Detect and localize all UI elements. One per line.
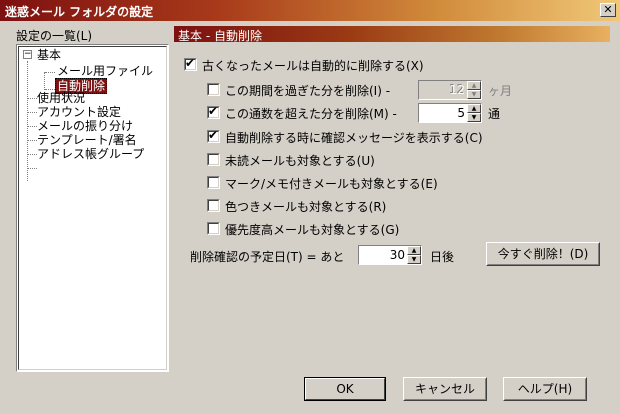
delete-now-label: 今すぐ削除！(D) xyxy=(497,247,589,261)
help-button[interactable]: ヘルプ(H) xyxy=(503,377,587,401)
tree-expander-collapse[interactable]: − xyxy=(23,50,32,59)
help-label: ヘルプ(H) xyxy=(517,382,573,396)
spin-down-icon[interactable]: ▼ xyxy=(467,90,481,99)
title-bar: 迷惑メール フォルダの設定 ✕ xyxy=(0,0,620,21)
spin-up-icon[interactable]: ▲ xyxy=(467,81,481,90)
tree-item-mail-sorting[interactable]: メールの振り分け xyxy=(37,119,133,133)
count-spinner[interactable]: 5 ▲ ▼ xyxy=(418,103,482,123)
count-checkbox[interactable]: ✔ xyxy=(207,104,220,119)
schedule-value: 30 xyxy=(389,248,405,262)
schedule-unit: 日後 xyxy=(430,250,455,264)
colored-label: 色つきメールも対象とする(R) xyxy=(225,200,387,214)
delete-now-button[interactable]: 今すぐ削除！(D) xyxy=(486,242,600,266)
spin-down-icon[interactable]: ▼ xyxy=(467,113,481,122)
period-label: この期間を過ぎた分を削除(I) - xyxy=(225,84,391,98)
tree-item-mail-file[interactable]: メール用ファイル xyxy=(57,64,153,78)
cancel-label: キャンセル xyxy=(414,382,475,396)
count-unit: 通 xyxy=(488,107,501,121)
check-icon: ✔ xyxy=(208,104,219,118)
check-icon: ✔ xyxy=(185,56,196,70)
spin-up-icon[interactable]: ▲ xyxy=(467,104,481,113)
confirm-label: 自動削除する時に確認メッセージを表示する(C) xyxy=(225,131,483,145)
marked-checkbox[interactable] xyxy=(207,176,220,189)
tree-item-address-groups[interactable]: アドレス帳グループ xyxy=(37,147,144,161)
unread-label: 未読メールも対象とする(U) xyxy=(225,154,375,168)
spin-up-icon[interactable]: ▲ xyxy=(407,246,421,255)
settings-tree[interactable]: − 基本 メール用ファイル 自動削除 使用状況 アカウント設定 メールの振り分け… xyxy=(16,44,169,372)
close-icon: ✕ xyxy=(603,3,613,16)
tree-label: 設定の一覧(L) xyxy=(16,29,93,43)
cancel-button[interactable]: キャンセル xyxy=(403,377,487,401)
spin-down-icon[interactable]: ▼ xyxy=(407,255,421,264)
schedule-spinner[interactable]: 30 ▲ ▼ xyxy=(358,245,422,265)
ok-label: OK xyxy=(336,382,354,396)
period-value: 12 xyxy=(449,83,465,97)
marked-label: マーク/メモ付きメールも対象とする(E) xyxy=(225,177,438,191)
tree-item-usage[interactable]: 使用状況 xyxy=(37,91,85,105)
tree-item-basic[interactable]: 基本 xyxy=(37,48,61,62)
close-button[interactable]: ✕ xyxy=(600,3,616,17)
check-icon: ✔ xyxy=(208,128,219,142)
section-header: 基本 - 自動削除 xyxy=(174,26,610,43)
unread-checkbox[interactable] xyxy=(207,153,220,166)
tree-item-templates[interactable]: テンプレート/署名 xyxy=(37,133,137,147)
count-value: 5 xyxy=(457,106,465,120)
dialog-window: 迷惑メール フォルダの設定 ✕ 設定の一覧(L) − 基本 メール用ファイル 自… xyxy=(0,0,620,414)
priority-label: 優先度高メールも対象とする(G) xyxy=(225,223,400,237)
priority-checkbox[interactable] xyxy=(207,222,220,235)
colored-checkbox[interactable] xyxy=(207,199,220,212)
schedule-label: 削除確認の予定日(T) = あと xyxy=(190,250,345,264)
auto-delete-checkbox[interactable]: ✔ xyxy=(184,56,197,71)
tree-item-account-settings[interactable]: アカウント設定 xyxy=(37,105,121,119)
ok-button[interactable]: OK xyxy=(304,377,386,401)
period-spinner[interactable]: 12 ▲ ▼ xyxy=(418,80,482,100)
count-label: この通数を超えた分を削除(M) - xyxy=(225,107,397,121)
auto-delete-label: 古くなったメールは自動的に削除する(X) xyxy=(202,59,424,73)
period-unit: ヶ月 xyxy=(488,84,513,98)
confirm-checkbox[interactable]: ✔ xyxy=(207,128,220,143)
period-checkbox[interactable] xyxy=(207,83,220,96)
window-title: 迷惑メール フォルダの設定 xyxy=(5,5,154,19)
section-title: 基本 - 自動削除 xyxy=(178,29,262,43)
